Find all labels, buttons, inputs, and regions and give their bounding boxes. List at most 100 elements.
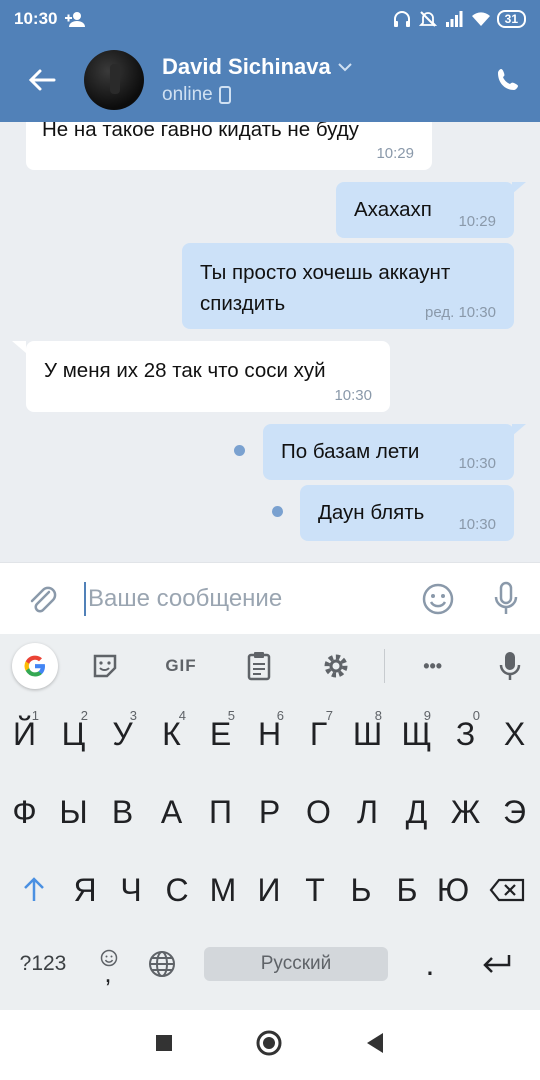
key-hint: 2	[80, 708, 88, 723]
globe-icon	[149, 951, 175, 977]
key[interactable]: Ы	[49, 780, 98, 844]
circle-icon	[256, 1030, 282, 1055]
key[interactable]: Ц2	[49, 702, 98, 766]
key-label: Г	[309, 715, 328, 752]
key[interactable]: Н6	[245, 702, 294, 766]
key[interactable]: М	[200, 858, 246, 922]
key[interactable]: Ч	[108, 858, 154, 922]
key[interactable]: Й1	[0, 702, 49, 766]
message-bubble[interactable]: Ты просто хочешь аккаунт спиздить ред. 1…	[182, 243, 514, 329]
symbols-key[interactable]: ?123	[8, 932, 78, 996]
square-icon	[156, 1034, 172, 1051]
message-bubble[interactable]: У меня их 28 так что соси хуй 10:30	[26, 341, 390, 412]
recents-button[interactable]	[155, 1034, 173, 1057]
key[interactable]: З0	[441, 702, 490, 766]
avatar[interactable]	[84, 50, 144, 110]
key-row-4: ?123 , Русский .	[0, 932, 540, 1008]
back-button[interactable]	[0, 38, 84, 122]
message-text: Не на такое гавно кидать не буду	[42, 122, 359, 141]
enter-key[interactable]	[466, 932, 528, 996]
key[interactable]: Д	[392, 780, 441, 844]
clipboard-button[interactable]	[209, 634, 308, 698]
key[interactable]: С	[154, 858, 200, 922]
keyboard-voice-button[interactable]	[480, 634, 540, 698]
microphone-icon	[499, 652, 521, 680]
text-caret	[84, 581, 86, 616]
language-key[interactable]	[136, 932, 188, 996]
peer-info[interactable]: David Sichinava online	[162, 54, 353, 106]
microphone-icon	[494, 581, 518, 614]
back-nav-button[interactable]	[365, 1032, 385, 1059]
shift-key[interactable]	[6, 858, 62, 922]
bubble-tail	[512, 424, 526, 436]
key[interactable]: Е5	[196, 702, 245, 766]
message-list[interactable]: Не на такое гавно кидать не буду 10:29 А…	[0, 122, 540, 562]
key[interactable]: Ш8	[343, 702, 392, 766]
keyboard: GIF ••• Й1 Ц2 У3 К4 Е5 Н6 Г7 Ш8 Щ9 З0 Х …	[0, 634, 540, 1010]
backspace-key[interactable]	[478, 858, 536, 922]
headphones-icon	[393, 10, 411, 28]
message-bubble[interactable]: Не на такое гавно кидать не буду 10:29	[26, 122, 432, 170]
comma-key[interactable]: ,	[80, 932, 136, 996]
message-bubble[interactable]: Ахахахп 10:29	[336, 182, 514, 238]
smiley-icon	[422, 583, 454, 614]
key[interactable]: О	[294, 780, 343, 844]
key[interactable]: Щ9	[392, 702, 441, 766]
key[interactable]: Л	[343, 780, 392, 844]
bell-off-icon	[418, 10, 437, 28]
call-button[interactable]	[476, 38, 540, 122]
message-input[interactable]: Ваше сообщение	[84, 563, 404, 635]
key[interactable]: В	[98, 780, 147, 844]
message-text-line: Ты просто хочешь аккаунт	[200, 261, 451, 284]
key[interactable]: Р	[245, 780, 294, 844]
shift-arrow-icon	[24, 877, 44, 901]
key[interactable]: Г7	[294, 702, 343, 766]
message-time: 10:30	[458, 455, 496, 472]
message-composer: Ваше сообщение	[0, 562, 540, 634]
chevron-down-icon	[338, 63, 352, 72]
key[interactable]: Ю	[430, 858, 476, 922]
key[interactable]: Ж	[441, 780, 490, 844]
message-placeholder: Ваше сообщение	[88, 584, 283, 612]
key-hint: 3	[129, 708, 137, 723]
peer-status: online	[162, 84, 213, 105]
message-bubble[interactable]: Даун блять 10:30	[300, 485, 514, 541]
home-button[interactable]	[255, 1029, 283, 1062]
unread-indicator	[234, 445, 245, 456]
gear-icon	[324, 654, 348, 678]
gif-button[interactable]: GIF	[153, 634, 209, 698]
key[interactable]: Ь	[338, 858, 384, 922]
key[interactable]: К4	[147, 702, 196, 766]
attach-button[interactable]	[0, 563, 84, 635]
key-hint: 8	[374, 708, 382, 723]
space-key[interactable]: Русский	[204, 947, 388, 981]
key-label: Х	[503, 715, 526, 752]
google-button[interactable]	[12, 643, 58, 689]
key[interactable]: И	[246, 858, 292, 922]
key[interactable]: А	[147, 780, 196, 844]
voice-message-button[interactable]	[472, 563, 540, 635]
key[interactable]: П	[196, 780, 245, 844]
emoji-button[interactable]	[404, 563, 472, 635]
key[interactable]: Ф	[0, 780, 49, 844]
key[interactable]: Х	[490, 702, 539, 766]
more-button[interactable]: •••	[385, 634, 480, 698]
key[interactable]: Э	[490, 780, 539, 844]
key-hint: 9	[423, 708, 431, 723]
key[interactable]: У3	[98, 702, 147, 766]
message-bubble[interactable]: По базам лети 10:30	[263, 424, 514, 480]
key-hint: 0	[472, 708, 480, 723]
sticker-button[interactable]	[58, 634, 153, 698]
enter-icon	[483, 955, 511, 973]
key-row-2: Ф Ы В А П Р О Л Д Ж Э	[0, 780, 540, 856]
key[interactable]: Я	[62, 858, 108, 922]
wifi-icon	[471, 10, 490, 28]
app-bar: David Sichinava online	[0, 38, 540, 122]
arrow-left-icon	[28, 69, 56, 91]
key[interactable]: Б	[384, 858, 430, 922]
period-key[interactable]: .	[404, 932, 456, 996]
key[interactable]: Т	[292, 858, 338, 922]
settings-button[interactable]	[308, 634, 364, 698]
person-add-icon	[65, 10, 86, 28]
key-hint: 4	[178, 708, 186, 723]
